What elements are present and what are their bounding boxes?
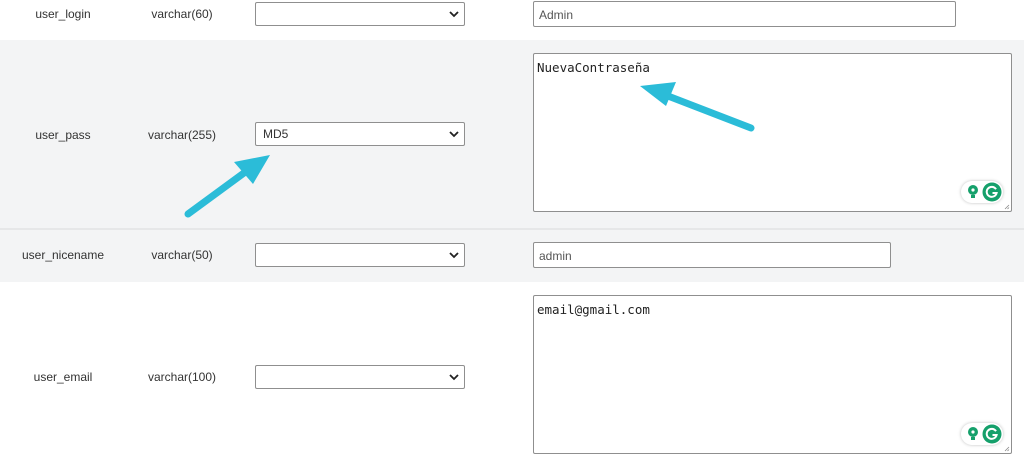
lightbulb-icon[interactable] [963,182,983,202]
field-name: user_email [33,370,93,384]
value-textarea-text: email@gmail.com [537,302,650,317]
resize-handle-icon[interactable] [1004,446,1010,452]
field-name: user_login [35,7,91,21]
chevron-down-icon [449,11,459,18]
function-select[interactable] [255,243,465,267]
field-name: user_nicename [21,248,105,262]
chevron-down-icon [449,374,459,381]
function-select-value: MD5 [263,127,289,141]
chevron-down-icon [449,252,459,259]
chevron-down-icon [449,131,459,138]
field-type: varchar(50) [151,248,213,262]
value-input-text: Admin [539,8,574,22]
resize-handle-icon[interactable] [1004,204,1010,210]
field-type: varchar(100) [147,370,217,384]
value-input-text: admin [539,249,572,263]
value-input[interactable]: admin [533,242,891,268]
value-textarea[interactable]: email@gmail.com [533,295,1012,454]
field-type: varchar(255) [147,128,217,142]
value-textarea[interactable]: NuevaContraseña [533,53,1012,212]
value-input[interactable]: Admin [533,1,956,27]
function-select[interactable] [255,365,465,389]
grammarly-icon[interactable] [982,182,1002,202]
lightbulb-icon[interactable] [963,424,983,444]
field-type: varchar(60) [151,7,213,21]
grammar-widget[interactable] [961,423,1003,445]
field-name: user_pass [35,128,91,142]
grammar-widget[interactable] [961,181,1003,203]
function-select[interactable] [255,2,465,26]
function-select[interactable]: MD5 [255,122,465,146]
grammarly-icon[interactable] [982,424,1002,444]
value-textarea-text: NuevaContraseña [537,60,650,75]
